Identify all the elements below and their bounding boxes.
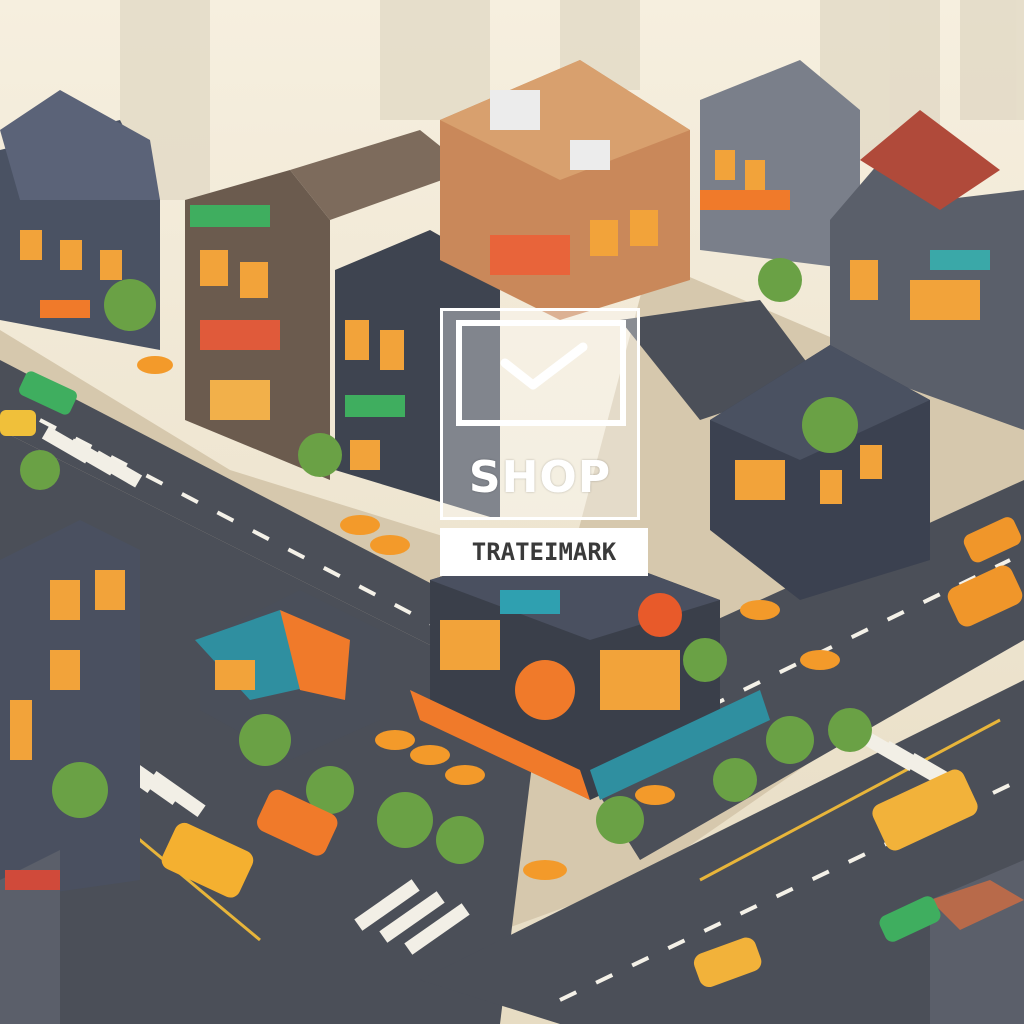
shop-wordmark: SHOP <box>468 452 612 503</box>
checkmark-monitor-icon <box>456 320 626 426</box>
tagline-label: TRATEIMARK <box>440 528 648 576</box>
